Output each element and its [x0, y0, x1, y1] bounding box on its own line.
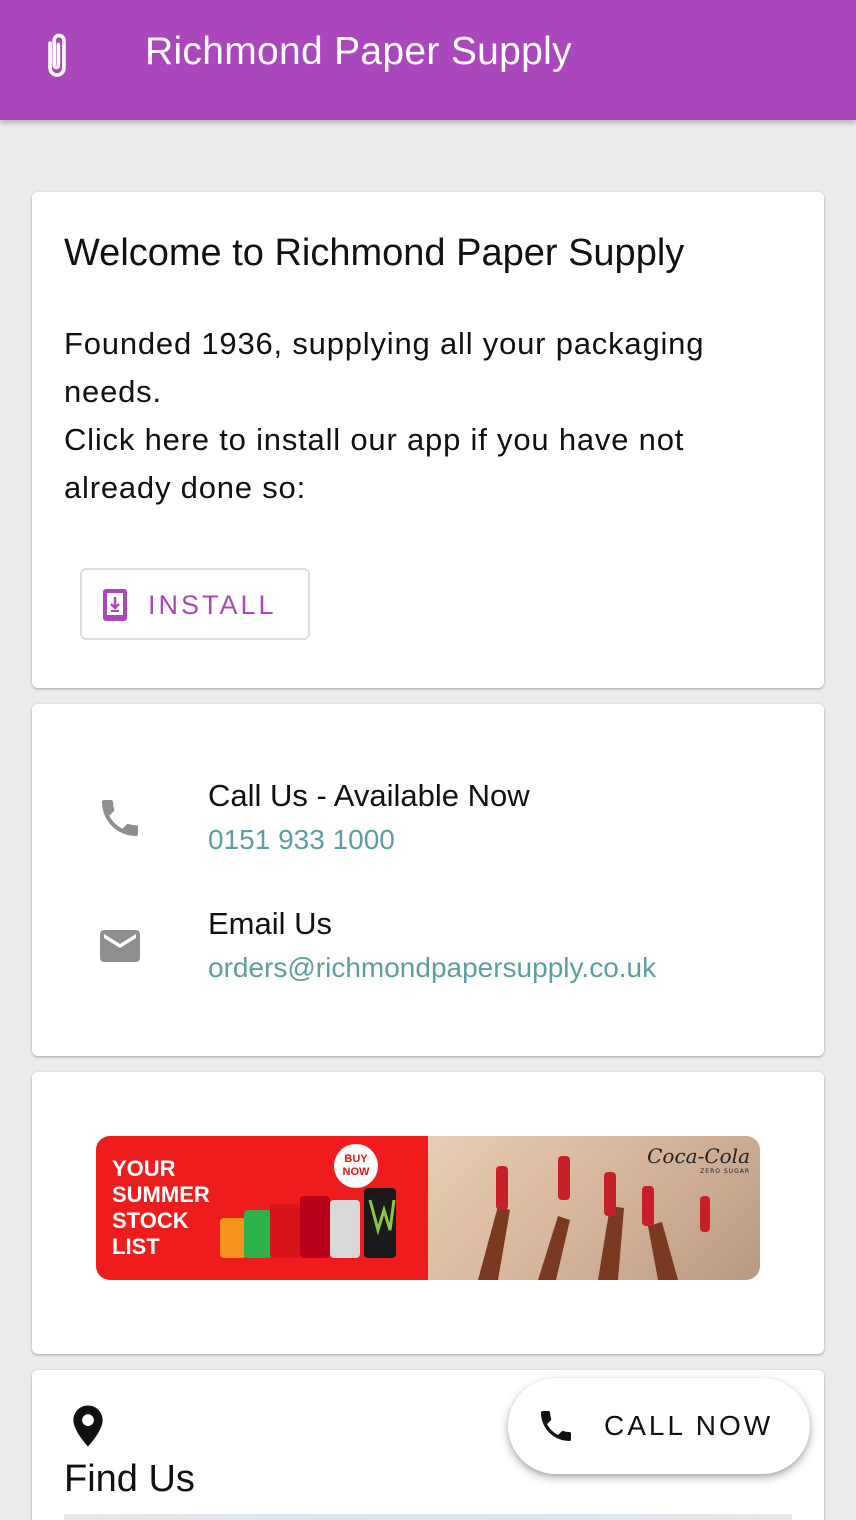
app-bar: Richmond Paper Supply	[0, 0, 856, 120]
drink-cans-image	[220, 1188, 396, 1258]
coca-cola-logo: Coca-Cola ZERO SUGAR	[647, 1144, 750, 1175]
phone-icon	[102, 800, 138, 836]
app-title: Richmond Paper Supply	[145, 30, 572, 73]
promo-card: YOUR SUMMER STOCK LIST BUY NOW Coca-Cola…	[32, 1072, 824, 1354]
install-button[interactable]: INSTALL	[80, 568, 310, 640]
welcome-card: Welcome to Richmond Paper Supply Founded…	[32, 192, 824, 688]
brand-name: Coca-Cola	[647, 1144, 750, 1168]
welcome-title: Welcome to Richmond Paper Supply	[64, 232, 685, 274]
call-now-button[interactable]: CALL NOW	[508, 1378, 810, 1474]
promo-banner[interactable]: YOUR SUMMER STOCK LIST BUY NOW Coca-Cola…	[96, 1136, 760, 1280]
welcome-body: Founded 1936, supplying all your packagi…	[64, 320, 784, 512]
contact-card: Call Us - Available Now 0151 933 1000 Em…	[32, 704, 824, 1056]
location-pin-icon	[73, 1405, 103, 1447]
email-address-link[interactable]: orders@richmondpapersupply.co.uk	[208, 952, 656, 984]
promo-banner-left: YOUR SUMMER STOCK LIST BUY NOW	[96, 1136, 428, 1280]
find-us-title: Find Us	[64, 1458, 195, 1500]
paperclip-icon[interactable]	[40, 32, 74, 82]
welcome-body-line1: Founded 1936, supplying all your packagi…	[64, 326, 705, 409]
promo-headline: YOUR SUMMER STOCK LIST	[112, 1156, 210, 1259]
call-us-number-link[interactable]: 0151 933 1000	[208, 824, 395, 856]
map-preview[interactable]	[64, 1514, 792, 1520]
call-now-label: CALL NOW	[604, 1410, 774, 1441]
install-button-label: INSTALL	[148, 590, 277, 620]
welcome-body-line2: Click here to install our app if you hav…	[64, 422, 685, 505]
email-us-row[interactable]: Email Us orders@richmondpapersupply.co.u…	[32, 906, 824, 986]
mail-icon	[100, 930, 140, 962]
install-mobile-icon	[103, 589, 127, 621]
phone-icon	[541, 1411, 571, 1441]
call-us-row[interactable]: Call Us - Available Now 0151 933 1000	[32, 778, 824, 858]
promo-banner-right: Coca-Cola ZERO SUGAR	[428, 1136, 760, 1280]
email-us-title: Email Us	[208, 906, 333, 941]
call-us-title: Call Us - Available Now	[208, 778, 530, 813]
brand-sub: ZERO SUGAR	[700, 1168, 750, 1175]
